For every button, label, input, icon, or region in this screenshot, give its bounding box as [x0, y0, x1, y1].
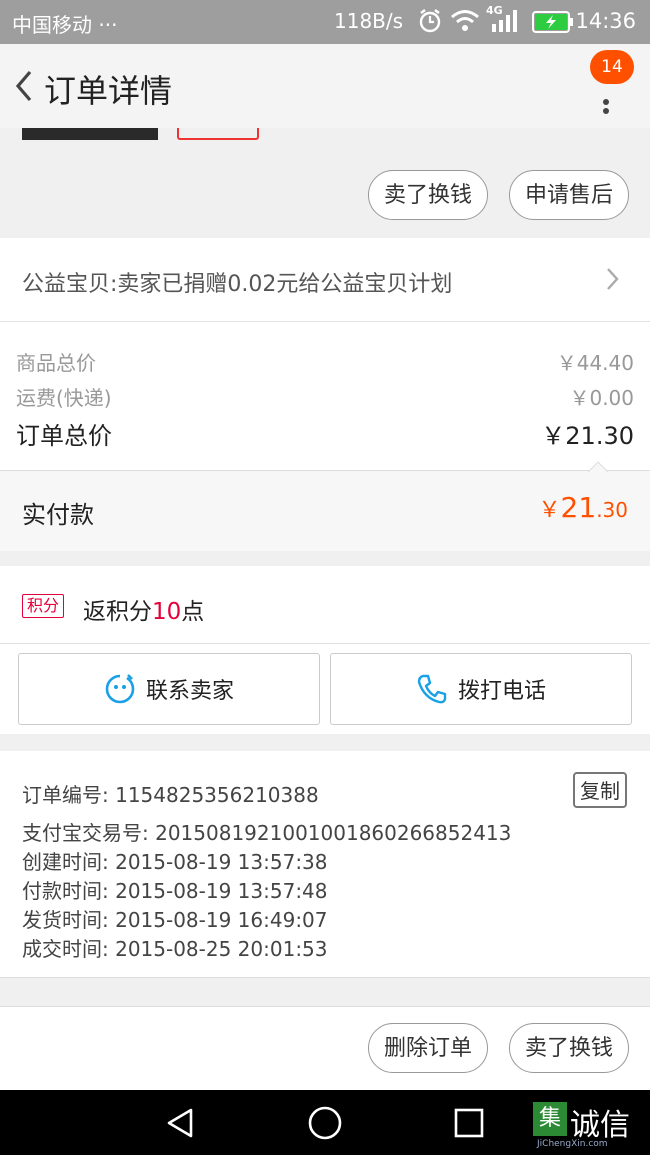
call-phone-button[interactable]: 拨打电话 — [330, 653, 632, 725]
paid-amount-row: 实付款 ￥21.30 — [0, 461, 650, 551]
completed-time: 成交时间: 2015-08-25 20:01:53 — [22, 937, 328, 961]
phone-icon — [417, 674, 447, 704]
watermark-logo: 集 — [533, 1102, 567, 1136]
charity-text: 公益宝贝:卖家已捐赠0.02元给公益宝贝计划 — [22, 272, 453, 297]
network-speed: 118B/s — [334, 9, 404, 33]
created-time: 创建时间: 2015-08-19 13:57:38 — [22, 850, 328, 874]
shipping-value: ￥0.00 — [569, 386, 634, 410]
points-tag: 积分 — [22, 594, 65, 618]
order-total-label: 订单总价 — [16, 422, 112, 450]
alarm-icon — [419, 9, 441, 33]
system-nav-bar: 集 诚信 JiChengXin.com — [0, 1090, 650, 1155]
points-suffix: 点 — [181, 599, 205, 625]
points-amount: 10 — [152, 599, 182, 625]
charity-row[interactable]: 公益宝贝:卖家已捐赠0.02元给公益宝贝计划 — [0, 238, 650, 322]
call-phone-label: 拨打电话 — [457, 679, 546, 704]
watermark-domain: JiChengXin.com — [537, 1139, 608, 1149]
delete-order-button[interactable]: 删除订单 — [368, 1023, 488, 1073]
chevron-right-icon — [607, 268, 619, 290]
bottom-action-bar: 删除订单 卖了换钱 — [0, 1006, 650, 1091]
price-summary: 商品总价 ￥44.40 运费(快递) ￥0.00 订单总价 ￥21.30 — [0, 322, 650, 470]
product-image[interactable] — [22, 128, 158, 140]
contact-seller-button[interactable]: 联系卖家 — [18, 653, 320, 725]
back-arrow-icon[interactable] — [10, 66, 40, 106]
sell-for-cash-button[interactable]: 卖了换钱 — [368, 170, 488, 220]
more-menu-icon[interactable] — [596, 80, 616, 116]
divider — [0, 643, 650, 644]
nav-home-icon[interactable] — [307, 1105, 343, 1141]
clock: 14:36 — [575, 9, 636, 33]
apply-after-sale-button[interactable]: 申请售后 — [509, 170, 629, 220]
copy-order-number-button[interactable]: 复制 — [573, 772, 627, 808]
status-bar: 中国移动 ··· 118B/s 4G 14:36 — [0, 0, 650, 44]
chat-face-icon — [105, 674, 135, 704]
points-prefix: 返积分 — [83, 599, 152, 625]
battery-icon — [532, 11, 573, 33]
nav-recent-icon[interactable] — [453, 1107, 485, 1139]
product-tag — [177, 128, 259, 140]
paid-value: ￥21.30 — [539, 491, 628, 524]
goods-total-value: ￥44.40 — [556, 351, 634, 375]
watermark-name: 诚信 — [570, 1108, 630, 1143]
order-info-section: 复制 订单编号: 1154825356210388 支付宝交易号: 201508… — [0, 751, 650, 978]
shipping-label: 运费(快递) — [16, 386, 112, 410]
paid-decimal: .30 — [596, 498, 628, 522]
wifi-icon — [451, 10, 479, 31]
app-header: 订单详情 14 — [0, 44, 650, 128]
paid-currency: ￥ — [538, 498, 561, 523]
goods-total-label: 商品总价 — [16, 351, 96, 375]
pointer-caret — [588, 461, 608, 472]
signal-icon — [492, 10, 517, 32]
paid-label: 实付款 — [22, 501, 94, 529]
shipped-time: 发货时间: 2015-08-19 16:49:07 — [22, 908, 328, 932]
bottom-sell-for-cash-button[interactable]: 卖了换钱 — [509, 1023, 629, 1073]
contact-seller-label: 联系卖家 — [145, 679, 234, 704]
alipay-trade-number: 支付宝交易号: 2015081921001001860266852413 — [22, 821, 512, 845]
page-title: 订单详情 — [44, 72, 173, 110]
notification-badge: 14 — [590, 50, 634, 84]
carrier-label: 中国移动 ··· — [12, 13, 118, 37]
paid-integer: 21 — [560, 491, 597, 524]
order-total-value: ￥21.30 — [541, 422, 634, 450]
points-text: 返积分10点 — [83, 592, 204, 626]
order-number: 订单编号: 1154825356210388 — [22, 783, 319, 807]
paid-time: 付款时间: 2015-08-19 13:57:48 — [22, 879, 328, 903]
nav-back-icon[interactable] — [163, 1106, 197, 1140]
